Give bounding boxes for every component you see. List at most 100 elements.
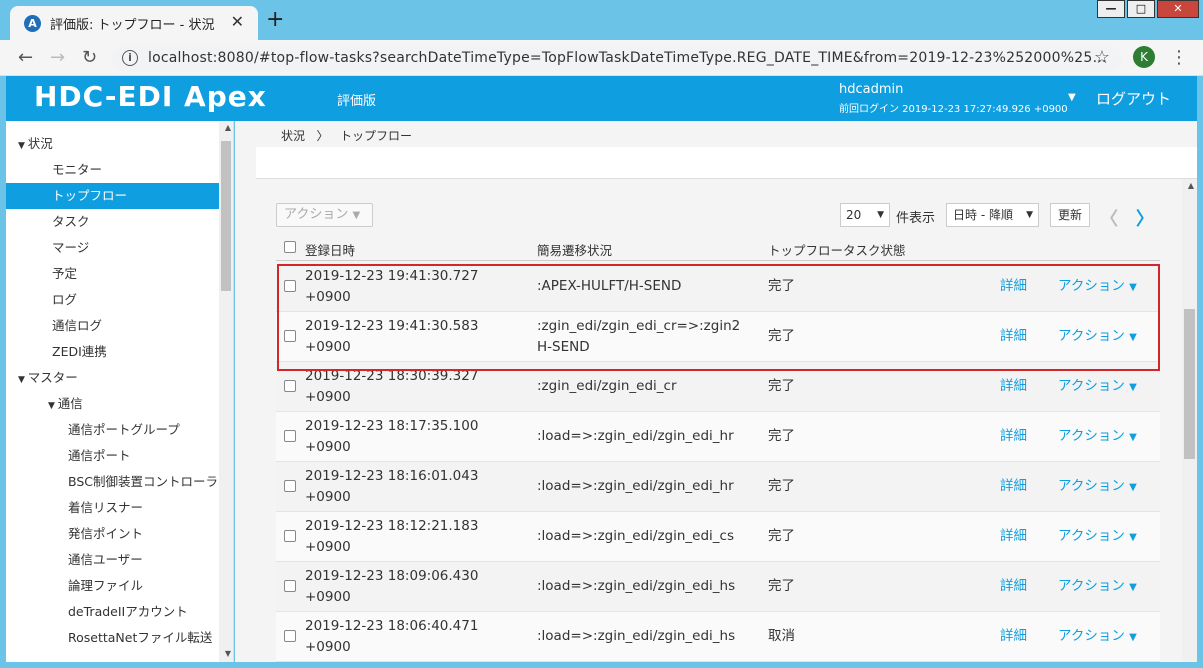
row-tz-value: +0900 — [305, 439, 351, 455]
row-action-dropdown[interactable]: アクション ▼ — [1058, 626, 1137, 648]
row-action-dropdown[interactable]: アクション ▼ — [1058, 576, 1137, 598]
back-icon[interactable]: ← — [18, 48, 33, 68]
sort-value: 日時 - 降順 — [953, 208, 1013, 222]
row-checkbox[interactable] — [284, 530, 296, 542]
info-icon[interactable]: i — [122, 50, 138, 66]
sidebar-item-label: モニター — [52, 162, 103, 177]
sidebar-scroll-thumb[interactable] — [221, 141, 231, 291]
row-detail-link[interactable]: 詳細 — [1000, 376, 1027, 397]
sidebar-item[interactable]: 通信ポートグループ — [6, 417, 219, 443]
scroll-up-icon[interactable]: ▲ — [225, 123, 231, 132]
row-detail-link[interactable]: 詳細 — [1000, 576, 1027, 597]
row-detail-link[interactable]: 詳細 — [1000, 476, 1027, 497]
row-date: 2019-12-23 18:09:06.430 +0900 — [305, 566, 520, 608]
sidebar-item-label: 通信 — [57, 396, 83, 411]
window-close-icon[interactable]: ✕ — [1157, 0, 1199, 18]
row-action-dropdown[interactable]: アクション ▼ — [1058, 426, 1137, 448]
expand-caret-icon[interactable]: ▼ — [18, 141, 28, 151]
row-detail-link[interactable]: 詳細 — [1000, 326, 1027, 347]
row-checkbox[interactable] — [284, 580, 296, 592]
browser-tab[interactable]: A 評価版: トップフロー - 状況 ✕ — [10, 6, 258, 40]
row-checkbox[interactable] — [284, 480, 296, 492]
caret-down-icon: ▼ — [1129, 482, 1137, 493]
sort-select[interactable]: 日時 - 降順 ▼ — [946, 203, 1039, 227]
row-checkbox[interactable] — [284, 330, 296, 342]
sidebar-item[interactable]: ▼ 通信 — [6, 391, 219, 417]
row-detail-link[interactable]: 詳細 — [1000, 526, 1027, 547]
sidebar-item[interactable]: 論理ファイル — [6, 573, 219, 599]
row-action-dropdown[interactable]: アクション ▼ — [1058, 326, 1137, 348]
sidebar-item[interactable]: 通信ログ — [6, 313, 219, 339]
app-logo[interactable]: HDC-EDI Apex — [34, 80, 267, 113]
sidebar-item[interactable]: 予定 — [6, 261, 219, 287]
sidebar-scrollbar[interactable]: ▲ ▼ — [219, 121, 233, 662]
sidebar-item[interactable]: トップフロー — [6, 183, 219, 209]
maximize-icon[interactable]: □ — [1127, 0, 1155, 18]
new-tab-icon[interactable]: + — [266, 9, 284, 31]
row-flow-value: :APEX-HULFT/H-SEND — [537, 278, 682, 294]
scroll-up-icon[interactable]: ▲ — [1188, 181, 1194, 190]
sidebar-item[interactable]: ▼ 状況 — [6, 131, 219, 157]
app-favicon-icon: A — [24, 15, 41, 32]
row-action-dropdown[interactable]: アクション ▼ — [1058, 526, 1137, 548]
row-status: 完了 — [768, 528, 795, 544]
sidebar-item[interactable]: ログ — [6, 287, 219, 313]
row-action-dropdown[interactable]: アクション ▼ — [1058, 276, 1137, 298]
breadcrumb-topflow: トップフロー — [339, 129, 412, 143]
header-flow: 簡易遷移状況 — [537, 243, 613, 258]
sidebar-item[interactable]: ▼ マスター — [6, 365, 219, 391]
sidebar-item[interactable]: タスク — [6, 209, 219, 235]
breadcrumb-status[interactable]: 状況 — [281, 129, 305, 143]
sidebar-item[interactable]: 着信リスナー — [6, 495, 219, 521]
row-flow-value: :load=>:zgin_edi/zgin_edi_hs — [537, 578, 736, 594]
reload-icon[interactable]: ↻ — [82, 48, 97, 68]
main-scroll-thumb[interactable] — [1184, 309, 1195, 459]
row-flow-value: :zgin_edi/zgin_edi_cr — [537, 378, 677, 394]
row-checkbox[interactable] — [284, 380, 296, 392]
caret-down-icon: ▼ — [1129, 532, 1137, 543]
next-page-icon[interactable]: 〉 — [1136, 205, 1154, 231]
row-checkbox[interactable] — [284, 630, 296, 642]
sidebar-item-label: タスク — [52, 214, 90, 229]
browser-menu-icon[interactable]: ⋮ — [1170, 47, 1188, 68]
minimize-icon[interactable]: — — [1097, 0, 1125, 18]
row-date-value: 2019-12-23 18:16:01.043 — [305, 468, 479, 484]
per-page-select[interactable]: 20 ▼ — [840, 203, 890, 227]
bulk-action-button[interactable]: アクション ▼ — [276, 203, 373, 227]
row-action-dropdown[interactable]: アクション ▼ — [1058, 376, 1137, 398]
sidebar-item[interactable]: 発信ポイント — [6, 521, 219, 547]
user-menu[interactable]: hdcadmin 前回ログイン 2019-12-23 17:27:49.926 … — [839, 82, 1068, 115]
row-detail-link[interactable]: 詳細 — [1000, 276, 1027, 297]
row-detail-link[interactable]: 詳細 — [1000, 626, 1027, 647]
expand-caret-icon[interactable]: ▼ — [48, 401, 58, 411]
sidebar-item[interactable]: 通信ユーザー — [6, 547, 219, 573]
row-tz-value: +0900 — [305, 339, 351, 355]
address-bar[interactable]: i localhost:8080/#top-flow-tasks?searchD… — [112, 45, 1122, 72]
prev-page-icon[interactable]: 〈 — [1100, 205, 1118, 231]
header-date[interactable]: 登録日時 — [305, 240, 355, 259]
row-checkbox[interactable] — [284, 430, 296, 442]
profile-avatar[interactable]: K — [1133, 46, 1155, 68]
row-detail-link[interactable]: 詳細 — [1000, 426, 1027, 447]
logout-link[interactable]: ログアウト — [1096, 88, 1171, 109]
select-all-checkbox[interactable] — [284, 241, 296, 253]
sidebar-item[interactable]: RosettaNetファイル転送 — [6, 625, 219, 651]
row-checkbox[interactable] — [284, 280, 296, 292]
expand-caret-icon[interactable]: ▼ — [18, 375, 28, 385]
sidebar-item[interactable]: 通信ポート — [6, 443, 219, 469]
sidebar-item[interactable]: deTradeIIアカウント — [6, 599, 219, 625]
close-tab-icon[interactable]: ✕ — [231, 12, 244, 31]
row-flow: :load=>:zgin_edi/zgin_edi_cs — [537, 526, 762, 547]
scroll-down-icon[interactable]: ▼ — [225, 649, 231, 658]
user-dropdown-icon[interactable]: ▼ — [1068, 92, 1076, 103]
sidebar-item[interactable]: モニター — [6, 157, 219, 183]
row-action-dropdown[interactable]: アクション ▼ — [1058, 476, 1137, 498]
refresh-button[interactable]: 更新 — [1050, 203, 1090, 227]
bookmark-star-icon[interactable]: ☆ — [1094, 47, 1110, 68]
main-scrollbar[interactable]: ▲ — [1182, 179, 1197, 662]
table-row: 2019-12-23 19:41:30.727 +0900:APEX-HULFT/… — [276, 262, 1160, 312]
sidebar-item[interactable]: BSC制御装置コントローラー — [6, 469, 231, 495]
sidebar-item[interactable]: ZEDI連携 — [6, 339, 219, 365]
sidebar-item[interactable]: マージ — [6, 235, 219, 261]
forward-icon[interactable]: → — [50, 48, 65, 68]
